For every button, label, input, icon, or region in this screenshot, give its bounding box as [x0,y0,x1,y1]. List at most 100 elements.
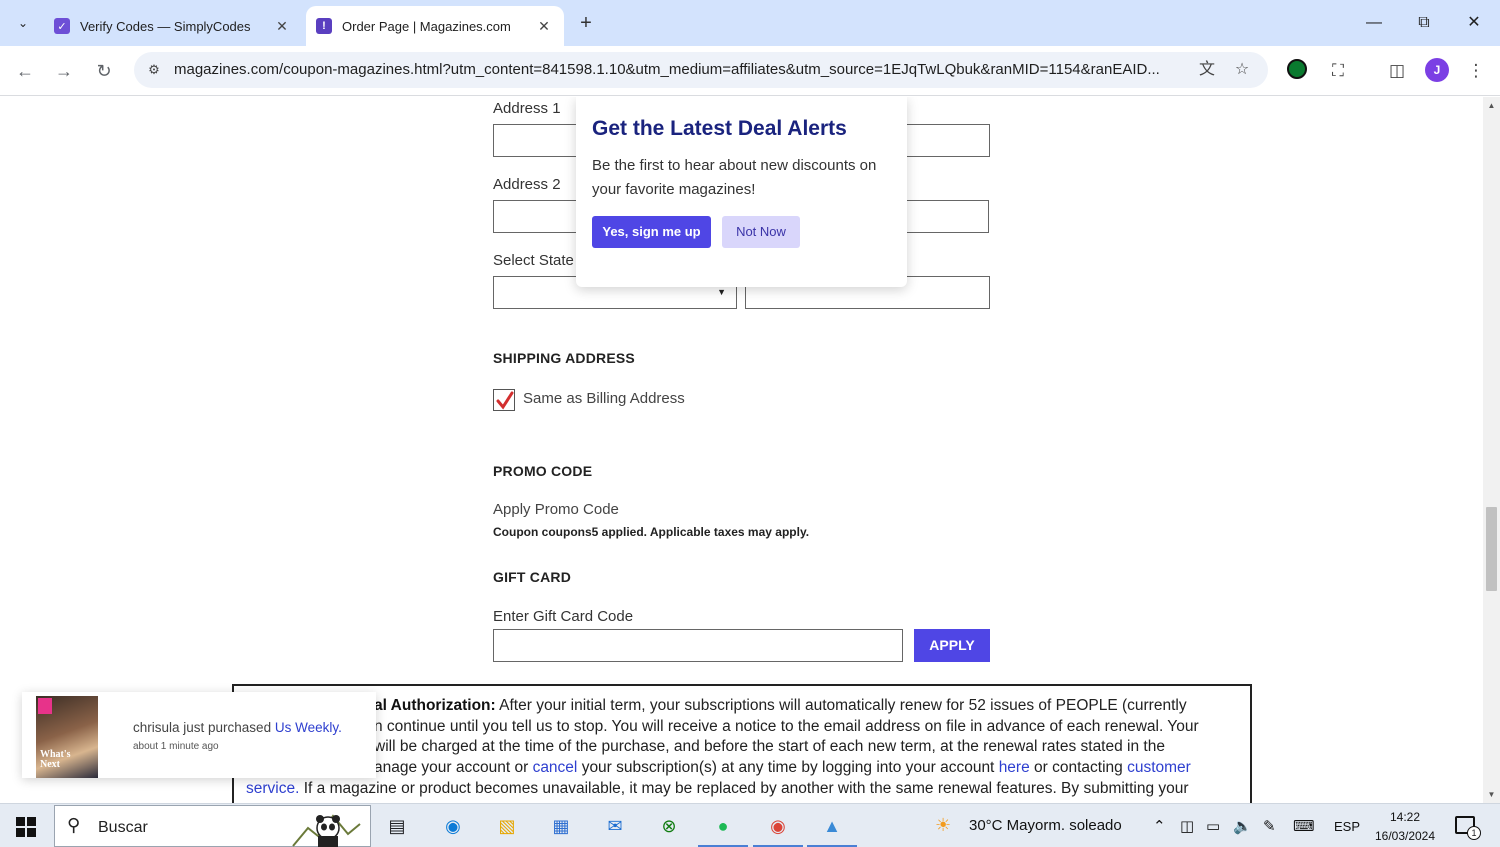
new-tab-icon[interactable]: + [573,10,599,36]
back-icon[interactable]: ← [12,58,38,84]
windows-start-icon[interactable] [16,817,36,837]
network-icon[interactable]: ▭ [1206,817,1220,835]
clock-time: 14:22 [1389,810,1421,824]
same-as-billing-label[interactable]: Same as Billing Address [523,390,685,407]
meet-now-icon[interactable]: ◫ [1180,817,1194,835]
terms-line-5: service. If a magazine or product become… [246,779,1238,800]
weather-text[interactable]: 30°C Mayorm. soleado [969,817,1122,834]
spotify-icon[interactable]: ● [698,811,748,847]
not-now-button[interactable]: Not Now [722,216,800,248]
close-tab-icon[interactable]: ✕ [272,18,292,35]
sign-me-up-button[interactable]: Yes, sign me up [592,216,711,248]
restore-icon[interactable]: ⧉ [1409,10,1439,36]
popup-text: Be the first to hear about new discounts… [592,157,877,198]
language-indicator[interactable]: ESP [1334,819,1360,834]
purchase-time: about 1 minute ago [133,741,219,752]
magazine-cover-image: What's Next [36,696,98,778]
simplycodes-favicon-icon: ✓ [54,18,70,34]
terms-text: your subscription(s) at any time by logg… [581,759,995,777]
terms-bold-heading: al Authorization: [374,697,496,714]
taskbar-search-box[interactable]: ⚲ Buscar [54,805,371,847]
promo-applied-note: Coupon coupons5 applied. Applicable taxe… [493,525,810,539]
magazine-logo [38,698,52,714]
popup-title: Get the Latest Deal Alerts [592,117,847,140]
address-bar[interactable]: ⚙ magazines.com/coupon-magazines.html?ut… [134,52,1268,88]
mail-icon[interactable]: ✉ [600,811,630,841]
terms-line-1: al Authorization: After your initial ter… [246,696,1238,717]
close-tab-icon[interactable]: ✕ [534,18,554,35]
keyboard-icon[interactable]: ⌨ [1293,817,1315,835]
reload-icon[interactable]: ↻ [91,58,117,84]
promo-heading: PROMO CODE [493,463,593,479]
scroll-up-arrow-icon[interactable]: ▲ [1483,97,1500,114]
purchase-text: chrisula just purchased Us Weekly. [133,720,342,735]
cover-headline: What's Next [40,749,71,770]
url-text[interactable]: magazines.com/coupon-magazines.html?utm_… [174,61,1186,78]
state-label: Select State [493,252,574,269]
purchase-prefix: chrisula just purchased [133,720,272,735]
tab-strip: ⌄ ✓ Verify Codes — SimplyCodes ✕ ! Order… [0,0,1500,46]
product-link[interactable]: Us Weekly. [275,720,342,735]
tab-verify-codes[interactable]: ✓ Verify Codes — SimplyCodes ✕ [44,6,302,46]
microsoft-store-icon[interactable]: ▦ [546,811,576,841]
volume-icon[interactable]: 🔈 [1233,817,1252,835]
file-explorer-icon[interactable]: ▧ [492,811,522,841]
extension-icon[interactable] [1287,59,1307,79]
translate-icon[interactable]: 文 [1196,59,1218,81]
customer-service-link[interactable]: customer [1127,759,1191,776]
checkmark-icon [496,391,514,410]
close-window-icon[interactable]: ✕ [1459,10,1489,36]
terms-text: or contacting [1034,759,1123,777]
auto-renewal-terms: al Authorization: After your initial ter… [232,684,1252,803]
profile-avatar[interactable]: J [1425,58,1449,82]
terms-text: After your initial term, your subscripti… [499,697,1187,714]
notification-center-icon[interactable]: 1 [1455,816,1481,840]
tab-title: Verify Codes — SimplyCodes [80,18,251,34]
minimize-icon[interactable]: — [1359,10,1389,36]
tab-order-page[interactable]: ! Order Page | Magazines.com ✕ [306,6,564,46]
account-here-link[interactable]: here [999,759,1030,776]
tab-search-chevron-icon[interactable]: ⌄ [8,8,38,38]
page-content: Address 1 Address 2 Select State ▼ SHIPP… [0,97,1483,803]
forward-icon[interactable]: → [51,58,77,84]
scrollbar-thumb[interactable] [1486,507,1497,591]
purchase-notification[interactable]: What's Next chrisula just purchased Us W… [22,692,376,778]
magazines-favicon-icon: ! [316,18,332,34]
gift-card-heading: GIFT CARD [493,569,572,585]
customer-service-link[interactable]: service. [246,780,299,797]
xbox-icon[interactable]: ⊗ [654,811,684,841]
taskbar: ⚲ Buscar ▤ ◉ ▧ ▦ ✉ ⊗ ● ◉ ▲ ☀ 30°C Mayorm… [0,803,1500,847]
clock-date: 16/03/2024 [1374,829,1436,843]
browser-toolbar: ← → ↻ ⚙ magazines.com/coupon-magazines.h… [0,46,1500,96]
apply-promo-link[interactable]: Apply Promo Code [493,501,619,518]
scroll-down-arrow-icon[interactable]: ▼ [1483,786,1500,803]
shipping-heading: SHIPPING ADDRESS [493,350,635,366]
menu-kebab-icon[interactable]: ⋮ [1463,58,1489,84]
pen-icon[interactable]: ✎ [1263,817,1276,835]
bookmark-star-icon[interactable]: ☆ [1231,59,1253,81]
page-scrollbar[interactable]: ▲ ▼ [1483,97,1500,803]
system-clock[interactable]: 14:22 16/03/2024 [1370,808,1440,846]
weather-icon[interactable]: ☀ [935,815,951,836]
dropdown-arrow-icon: ▼ [717,287,726,297]
terms-line-4: anage your account or cancel your subscr… [246,758,1238,779]
apply-button[interactable]: APPLY [914,629,990,662]
task-view-icon[interactable]: ▤ [382,811,412,841]
search-icon: ⚲ [67,815,81,835]
extensions-puzzle-icon[interactable]: ⛶ [1325,58,1351,84]
side-panel-icon[interactable]: ◫ [1384,58,1410,84]
terms-text: will be charged at the time of the purch… [374,738,1165,756]
gift-card-input[interactable] [493,629,903,662]
notification-count-badge: 1 [1467,826,1481,840]
tray-chevron-up-icon[interactable]: ⌃ [1153,817,1166,835]
terms-text: n continue until you tell us to stop. Yo… [374,717,1199,735]
tab-title: Order Page | Magazines.com [342,18,511,34]
chrome-icon[interactable]: ◉ [753,811,803,847]
site-info-icon[interactable]: ⚙ [144,60,164,80]
same-as-billing-checkbox[interactable] [493,389,515,411]
notepad-app-icon[interactable]: ▲ [807,811,857,847]
terms-line-3: will be charged at the time of the purch… [246,737,1238,758]
edge-icon[interactable]: ◉ [438,811,468,841]
cancel-link[interactable]: cancel [533,759,578,776]
address1-label: Address 1 [493,100,561,117]
